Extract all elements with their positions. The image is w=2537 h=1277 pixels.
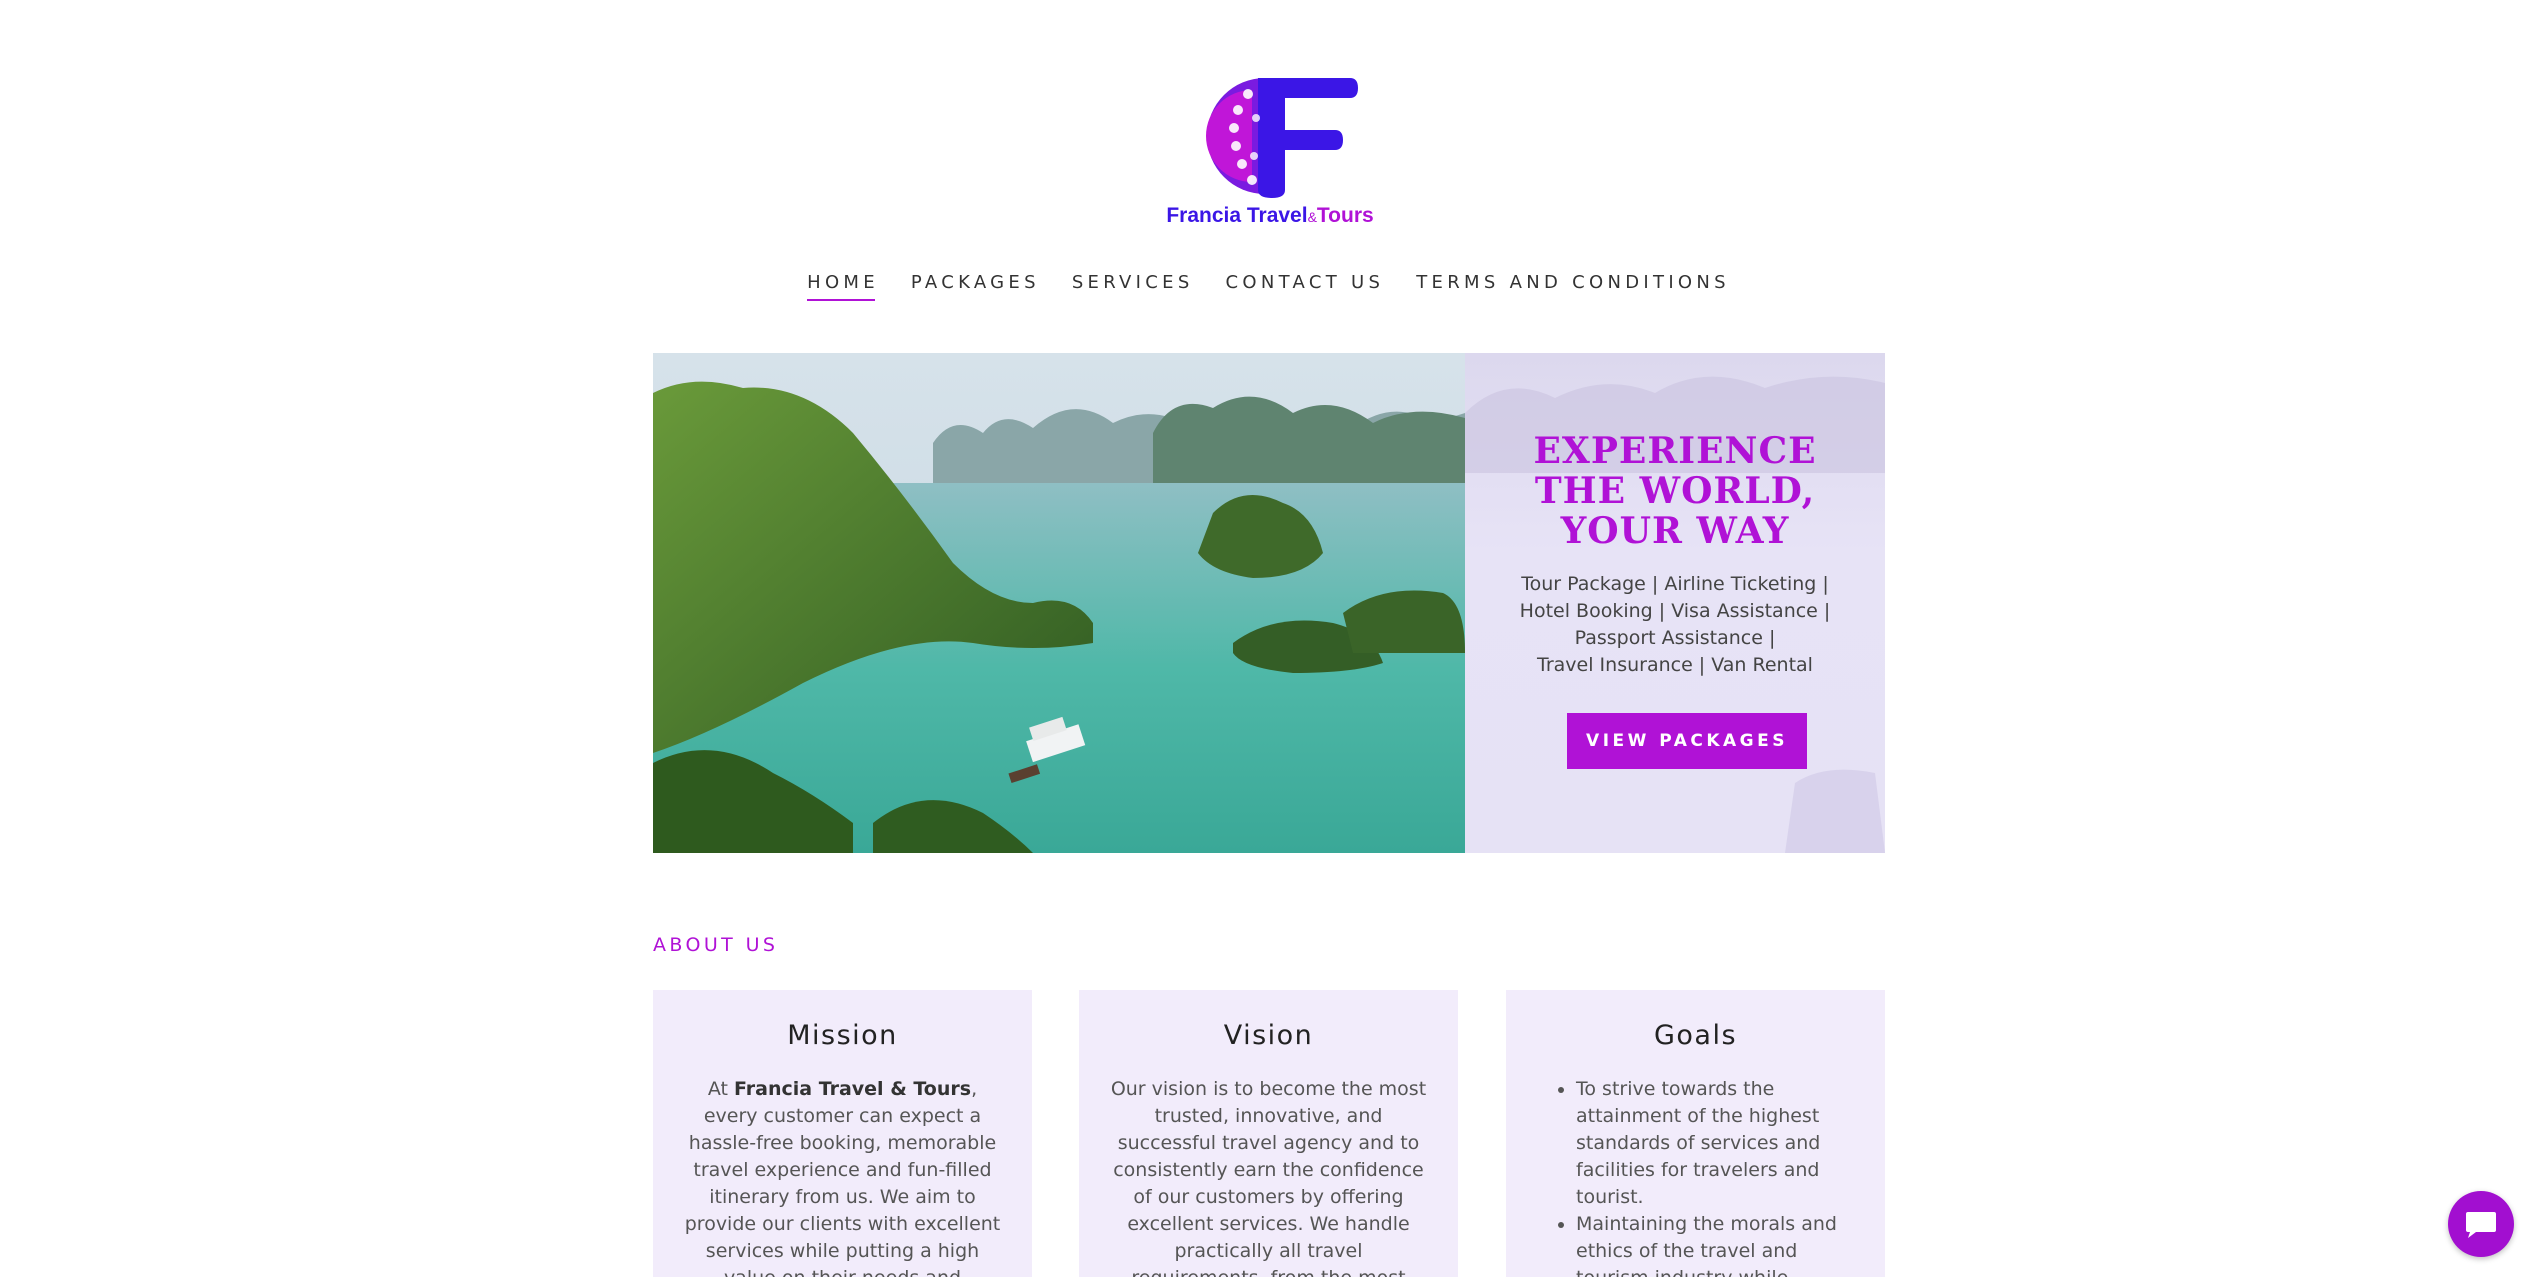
goals-item: To strive towards the attainment of the … [1576,1076,1840,1211]
mission-card: Mission At Francia Travel & Tours, every… [653,990,1032,1277]
logo-text-sep: & [1307,209,1317,225]
mission-text-company: Francia Travel & Tours [734,1078,972,1100]
hero-title-line-1: EXPERIENCE [1533,430,1817,472]
nav-packages[interactable]: PACKAGES [895,272,1056,301]
nav-terms-and-conditions[interactable]: TERMS AND CONDITIONS [1400,272,1746,301]
chat-bubble-icon [2466,1212,2496,1238]
nav-home[interactable]: HOME [791,272,895,301]
goals-item: Maintaining the morals and ethics of the… [1576,1211,1840,1277]
hero-text-panel: EXPERIENCE THE WORLD, YOUR WAY Tour Pack… [1465,353,1885,853]
goals-title: Goals [1653,1020,1738,1051]
logo-text: Francia Travel&Tours [1160,204,1380,228]
chat-button[interactable] [2448,1191,2514,1257]
hero-sub-line-1: Tour Package | Airline Ticketing | [1521,573,1829,595]
goals-card: Goals To strive towards the attainment o… [1506,990,1885,1277]
hero-title-line-3: YOUR WAY [1560,510,1790,552]
vision-title: Vision [1223,1020,1314,1051]
site-logo[interactable]: Francia Travel&Tours [1160,70,1380,230]
view-packages-button[interactable]: VIEW PACKAGES [1567,713,1807,769]
hero-services-list: Tour Package | Airline Ticketing | Hotel… [1485,571,1865,679]
vision-card: Vision Our vision is to become the most … [1079,990,1458,1277]
about-us-heading: ABOUT US [653,934,779,956]
mission-text-post: , every customer can expect a hassle-fre… [684,1078,1001,1277]
goals-list: To strive towards the attainment of the … [1576,1076,1840,1277]
vision-text: Our vision is to become the most trusted… [1110,1078,1427,1277]
logo-text-tours: Tours [1316,204,1374,227]
hero-image [653,353,1465,853]
hero-section: EXPERIENCE THE WORLD, YOUR WAY Tour Pack… [653,353,1885,853]
hero-sub-line-3: Passport Assistance | [1574,627,1776,649]
hero-sub-line-4: Travel Insurance | Van Rental [1537,654,1813,676]
logo-text-main: Francia Travel [1166,204,1308,227]
hero-title-line-2: THE WORLD, [1534,470,1816,512]
nav-contact-us[interactable]: CONTACT US [1210,272,1401,301]
hero-title: EXPERIENCE THE WORLD, YOUR WAY [1465,431,1885,551]
main-nav: HOME PACKAGES SERVICES CONTACT US TERMS … [0,272,2537,301]
hero-sub-line-2: Hotel Booking | Visa Assistance | [1519,600,1831,622]
mission-text: At Francia Travel & Tours, every custome… [679,1076,1006,1277]
nav-services[interactable]: SERVICES [1056,272,1210,301]
mission-title: Mission [787,1020,898,1051]
logo-f-icon [1206,78,1358,198]
mission-text-pre: At [707,1078,735,1100]
